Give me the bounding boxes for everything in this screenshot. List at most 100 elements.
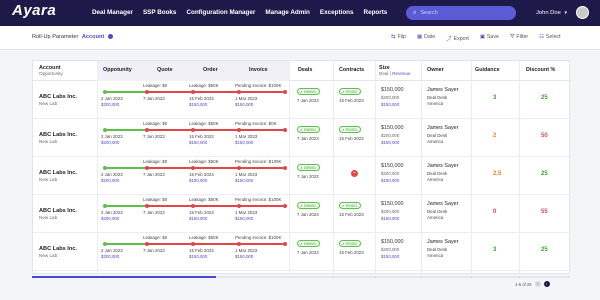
discount-value: 25 (541, 171, 548, 177)
header-invoice[interactable]: Invoice (249, 67, 268, 73)
stage-dot[interactable] (237, 203, 241, 208)
stage-dot[interactable] (103, 89, 107, 94)
header-account[interactable]: Account Opportunity (39, 65, 63, 76)
stage-dot[interactable] (145, 203, 149, 208)
header-oppotunity[interactable]: Oppotunity (103, 67, 132, 73)
header-contracts[interactable]: Contracts (339, 67, 364, 73)
contract-date: 15 Feb 2023 (339, 250, 364, 255)
rollup-parameter: Roll-Up Parameter Account (32, 34, 113, 40)
deal-status-pill[interactable]: ✓DW001 (297, 240, 320, 247)
nav-item-reports[interactable]: Reports (364, 9, 388, 16)
deal-date: 7 Jan 2023 (297, 250, 319, 255)
next-page-button[interactable]: › (543, 281, 550, 287)
header-deals[interactable]: Deals (298, 67, 312, 73)
leakage-label: Leakage: $0 (143, 83, 168, 88)
save-button[interactable]: ▣ Save (480, 34, 499, 42)
table-row[interactable]: ABC Labs Inc. New Lab Leakage: $0 Leakag… (33, 195, 571, 233)
owner-name[interactable]: James Sayer (427, 163, 458, 169)
table-row[interactable]: ABC Labs Inc. New Lab Leakage: $0 Leakag… (33, 157, 571, 195)
header-size[interactable]: Size Deal | Revenue (379, 65, 411, 76)
deal-status-pill[interactable]: ✓DW001 (297, 126, 320, 133)
header-quote[interactable]: Quote (157, 67, 173, 73)
stage-date: 15 Feb 2023 (189, 210, 214, 215)
table-row[interactable]: ABC Labs Inc. New Lab Leakage: $0 Leakag… (33, 81, 571, 119)
chevron-down-icon[interactable] (107, 34, 113, 40)
stage-dot[interactable] (237, 89, 241, 94)
contract-status-pill[interactable]: ✓RC001 (339, 126, 362, 133)
header-discount[interactable]: Discount % (526, 67, 555, 73)
guidance-value: 2.5 (493, 171, 502, 177)
owner-name[interactable]: James Sayer (427, 239, 458, 245)
check-icon: ✓ (342, 90, 346, 94)
table-row[interactable]: ABC Labs Inc. New Lab Leakage: $0 Leakag… (33, 119, 571, 157)
stage-dot[interactable] (283, 203, 287, 208)
contract-status-pill[interactable]: ✓RC001 (339, 88, 362, 95)
account-name[interactable]: ABC Labs Inc. (39, 208, 77, 214)
stage-dot[interactable] (283, 127, 287, 132)
header-account-sub: Opportunity (39, 71, 63, 76)
stage-dot[interactable] (145, 127, 149, 132)
contract-status-pill[interactable]: ✓RC001 (339, 202, 362, 209)
account-name[interactable]: ABC Labs Inc. (39, 94, 77, 100)
nav-item-ssp-books[interactable]: SSP Books (143, 9, 176, 16)
stage-dot[interactable] (237, 127, 241, 132)
size-value: $150,000 (381, 201, 404, 207)
header-order[interactable]: Order (203, 67, 218, 73)
user-menu[interactable]: John Doe ▾ (536, 10, 567, 16)
search-input[interactable] (420, 10, 511, 16)
stage-dot[interactable] (191, 241, 195, 246)
export-button[interactable]: ⤴ Export (446, 34, 469, 42)
deal-status-pill[interactable]: ✓DW001 (297, 88, 320, 95)
pagination: 1-5 of 25 ‹ › (515, 281, 550, 287)
stage-dot[interactable] (103, 203, 107, 208)
rollup-select[interactable]: Account (82, 34, 104, 40)
contract-status-pill[interactable]: ✓RC001 (339, 240, 362, 247)
account-name[interactable]: ABC Labs Inc. (39, 132, 77, 138)
stage-dot[interactable] (191, 203, 195, 208)
filter-button[interactable]: ⛛ Filter (510, 34, 528, 42)
stage-dot[interactable] (283, 89, 287, 94)
deal-status-pill[interactable]: ✓DW001 (297, 164, 320, 171)
stage-dot[interactable] (145, 241, 149, 246)
flip-button[interactable]: ⇆ Flip (391, 34, 406, 42)
date-button[interactable]: ▦ Date (417, 34, 435, 42)
select-label: Select (545, 34, 561, 40)
account-name[interactable]: ABC Labs Inc. (39, 170, 77, 176)
stage-dot[interactable] (237, 241, 241, 246)
stage-dot[interactable] (237, 165, 241, 170)
size-deal-value: $200,000 (381, 133, 400, 138)
header-owner[interactable]: Owner (427, 67, 444, 73)
size-deal-value: $200,000 (381, 171, 400, 176)
stage-dot[interactable] (145, 89, 149, 94)
avatar[interactable] (576, 6, 589, 19)
owner-name[interactable]: James Sayer (427, 125, 458, 131)
stage-dot[interactable] (103, 165, 107, 170)
table-row[interactable]: ABC Labs Inc. New Lab Leakage: $0 Leakag… (33, 233, 571, 271)
stage-dot[interactable] (191, 127, 195, 132)
stage-dot[interactable] (103, 241, 107, 246)
nav-item-deal-manager[interactable]: Deal Manager (92, 9, 133, 16)
header-guidance[interactable]: Guidance (475, 67, 500, 73)
close-icon[interactable]: – (351, 170, 358, 177)
stage-dot[interactable] (103, 127, 107, 132)
stage-dot[interactable] (191, 89, 195, 94)
horizontal-scrollbar[interactable] (32, 276, 570, 278)
prev-page-button[interactable]: ‹ (534, 281, 541, 287)
calendar-icon: ▦ (417, 34, 423, 40)
deal-status-pill[interactable]: ✓DW001 (297, 202, 320, 209)
scrollbar-thumb[interactable] (32, 276, 216, 278)
search-icon: ⌕ (413, 9, 417, 16)
owner-name[interactable]: James Sayer (427, 201, 458, 207)
select-button[interactable]: ☷ Select (539, 34, 560, 42)
nav-item-exceptions[interactable]: Exceptions (320, 9, 354, 16)
account-name[interactable]: ABC Labs Inc. (39, 246, 77, 252)
nav-item-manage-admin[interactable]: Manage Admin (265, 9, 310, 16)
stage-dot[interactable] (191, 165, 195, 170)
app-logo[interactable]: Ayara (12, 2, 56, 19)
stage-dot[interactable] (283, 165, 287, 170)
nav-item-configuration-manager[interactable]: Configuration Manager (186, 9, 255, 16)
stage-amount: $150,000 (235, 178, 254, 183)
owner-name[interactable]: James Sayer (427, 87, 458, 93)
stage-dot[interactable] (283, 241, 287, 246)
stage-dot[interactable] (145, 165, 149, 170)
